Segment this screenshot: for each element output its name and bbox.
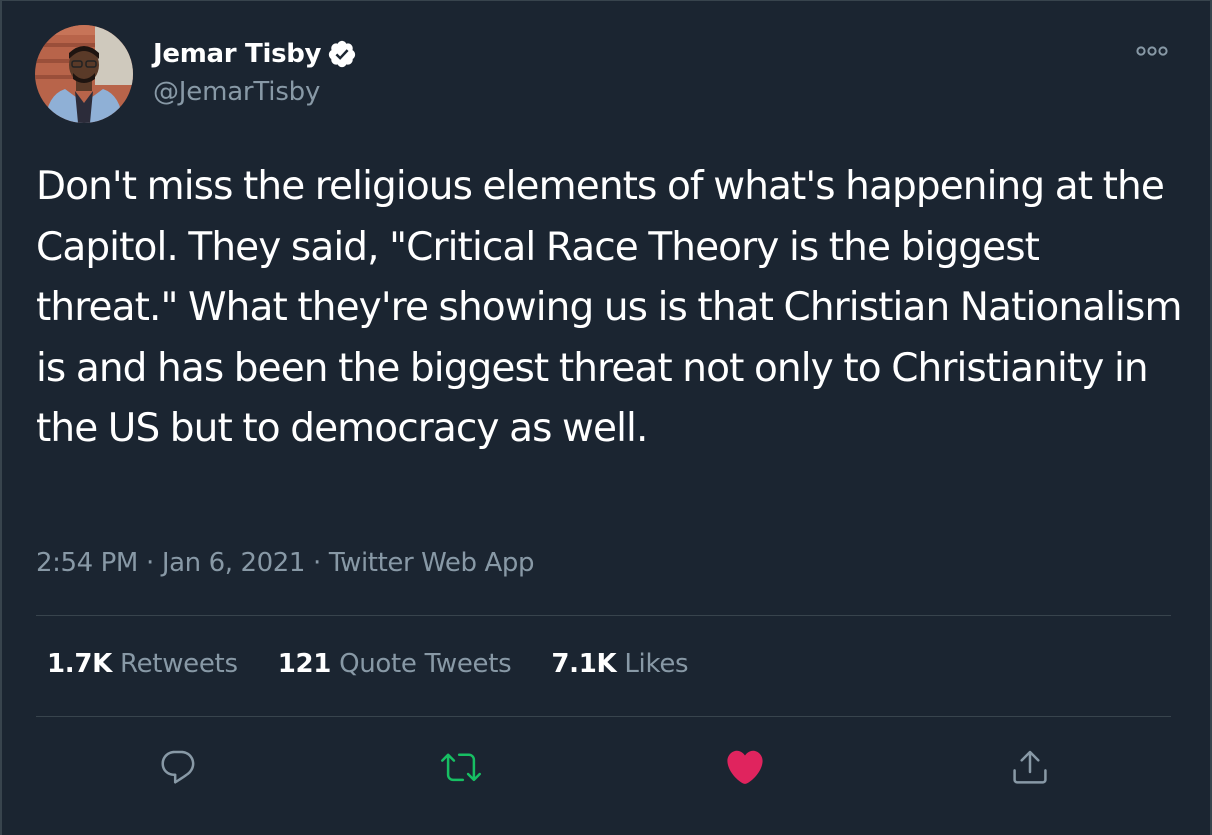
tweet-meta: 2:54 PM · Jan 6, 2021 · Twitter Web App [36,548,534,578]
tweet-date[interactable]: Jan 6, 2021 [162,548,306,578]
share-icon [1013,750,1047,784]
like-icon [727,750,763,784]
retweets-stat[interactable]: 1.7K Retweets [47,649,238,679]
author-name-row[interactable]: Jemar Tisby [153,35,357,73]
more-options-button[interactable] [1130,37,1174,65]
tweet-card: Jemar Tisby @JemarTisby Don't miss the r… [0,0,1212,835]
retweets-label: Retweets [120,649,238,679]
likes-stat[interactable]: 7.1K Likes [551,649,688,679]
retweet-icon [441,753,481,782]
like-button[interactable] [721,743,769,791]
tweet-text: Don't miss the religious elements of wha… [36,164,1182,451]
reply-icon [161,750,195,784]
author-handle[interactable]: @JemarTisby [153,77,320,107]
divider [36,615,1171,616]
retweet-button[interactable] [437,743,485,791]
quote-tweets-label: Quote Tweets [339,649,512,679]
meta-separator: · [145,548,154,578]
quote-tweets-count: 121 [277,649,332,679]
avatar[interactable] [35,25,133,123]
tweet-time[interactable]: 2:54 PM [36,548,138,578]
profile-photo-icon [35,25,133,123]
meta-separator: · [313,548,321,578]
share-button[interactable] [1006,743,1054,791]
tweet-source[interactable]: Twitter Web App [329,548,535,578]
reply-button[interactable] [154,743,202,791]
author-name[interactable]: Jemar Tisby [153,39,322,69]
tweet-stats: 1.7K Retweets 121 Quote Tweets 7.1K Like… [47,649,728,679]
verified-badge-icon [327,39,357,69]
more-icon [1136,46,1168,56]
likes-label: Likes [624,649,689,679]
likes-count: 7.1K [551,649,617,679]
retweets-count: 1.7K [47,649,113,679]
divider [36,716,1171,717]
quote-tweets-stat[interactable]: 121 Quote Tweets [278,649,512,679]
